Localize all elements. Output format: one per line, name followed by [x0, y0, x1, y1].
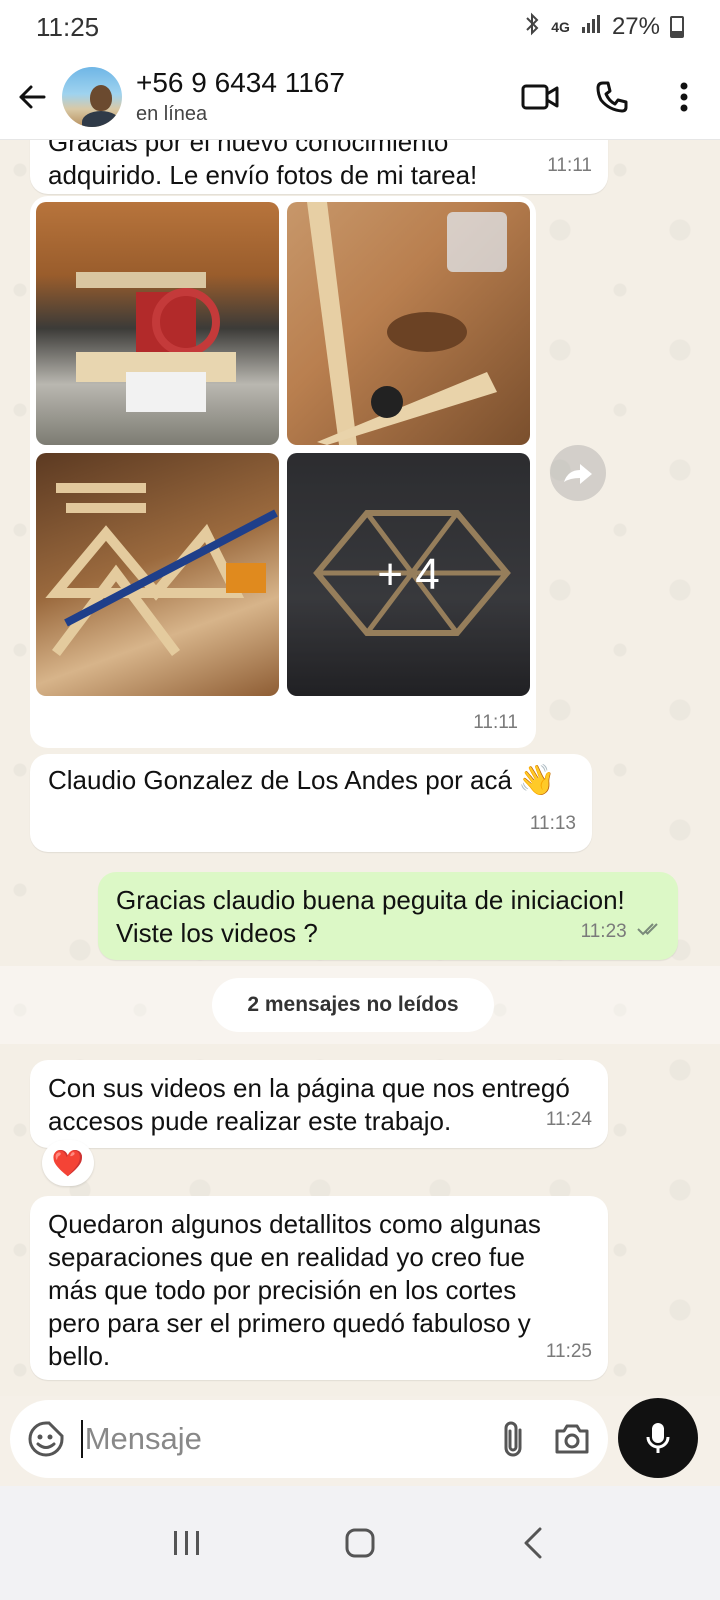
video-call-icon[interactable] [504, 61, 576, 133]
recents-icon[interactable] [147, 1503, 227, 1583]
photo-thumbnail[interactable] [36, 202, 279, 445]
message-text: Gracias por el nuevo conocimiento [48, 140, 449, 157]
message-text: más que todo por precisión en los cortes [48, 1275, 517, 1305]
message-text: accesos pude realizar este trabajo. [48, 1106, 452, 1136]
more-vert-icon[interactable] [648, 61, 720, 133]
mic-icon[interactable] [618, 1398, 698, 1478]
more-photos-count: + 4 [287, 453, 530, 696]
status-time: 11:25 [36, 11, 100, 42]
home-icon[interactable] [320, 1503, 400, 1583]
back-arrow-icon[interactable] [4, 69, 60, 125]
composer-box [10, 1400, 608, 1478]
system-nav-bar [0, 1486, 720, 1600]
photo-thumbnail[interactable] [287, 202, 530, 445]
contact-avatar[interactable] [62, 66, 122, 127]
waving-hand-emoji: 👋 [517, 764, 556, 797]
chat-header: +56 9 6434 1167 en línea [0, 54, 720, 140]
phone-icon[interactable] [576, 61, 648, 133]
contact-status: en línea [136, 103, 208, 125]
network-type-label: 4G [551, 19, 570, 35]
attach-icon[interactable] [484, 1407, 543, 1471]
battery-icon [670, 16, 684, 38]
unread-divider: 2 mensajes no leídos [212, 978, 494, 1032]
message-text: Gracias claudio buena peguita de iniciac… [116, 885, 625, 915]
message-text: Con sus videos en la página que nos entr… [48, 1073, 570, 1103]
forward-icon[interactable] [550, 445, 606, 501]
status-icons: 4G 27% [523, 12, 684, 42]
message-input[interactable] [80, 1420, 484, 1458]
message-bubble-outgoing[interactable]: Gracias claudio buena peguita de iniciac… [98, 872, 678, 960]
chat-area[interactable]: Gracias por el nuevo conocimiento adquir… [0, 140, 720, 1396]
message-time: 11:24 [545, 1109, 592, 1130]
message-time: 11:11 [547, 155, 592, 176]
message-meta: 11:23 [581, 915, 664, 948]
message-time: 11:11 [473, 712, 518, 733]
composer-bar [0, 1396, 720, 1488]
heart-reaction[interactable]: ❤️ [42, 1140, 94, 1186]
heart-emoji: ❤️ [51, 1147, 85, 1178]
read-ticks-icon [636, 915, 664, 948]
message-bubble-incoming[interactable]: Claudio Gonzalez de Los Andes por acá 👋 … [30, 754, 592, 852]
message-text: Quedaron algunos detallitos como algunas [48, 1209, 541, 1239]
message-text: Claudio Gonzalez de Los Andes por acá [48, 765, 512, 795]
message-text: bello. [48, 1341, 111, 1371]
message-text: separaciones que en realidad yo creo fue [48, 1242, 525, 1272]
message-time: 11:23 [580, 920, 627, 942]
message-bubble-incoming[interactable]: Con sus videos en la página que nos entr… [30, 1060, 608, 1148]
contact-name: +56 9 6434 1167 [136, 67, 345, 98]
contact-info[interactable]: +56 9 6434 1167 en línea [136, 67, 504, 126]
photo-grid-message[interactable]: + 4 11:11 [30, 196, 536, 748]
sticker-icon[interactable] [14, 1404, 79, 1474]
camera-icon[interactable] [543, 1407, 602, 1471]
message-text: pero para ser el primero quedó fabuloso … [48, 1308, 531, 1338]
photo-thumbnail[interactable] [36, 453, 279, 696]
message-time: 11:13 [529, 813, 576, 834]
photo-thumbnail[interactable]: + 4 [287, 453, 530, 696]
message-bubble-incoming[interactable]: Gracias por el nuevo conocimiento adquir… [30, 140, 608, 194]
message-time: 11:25 [545, 1341, 592, 1362]
status-bar: 11:25 4G 27% [0, 0, 720, 54]
message-text: Viste los videos ? [116, 918, 318, 948]
nav-back-icon[interactable] [493, 1503, 573, 1583]
battery-percent: 27% [611, 13, 660, 40]
signal-icon [580, 13, 602, 41]
bluetooth-icon [523, 12, 541, 42]
message-bubble-incoming[interactable]: Quedaron algunos detallitos como algunas… [30, 1196, 608, 1380]
message-text: adquirido. Le envío fotos de mi tarea! [48, 160, 478, 190]
